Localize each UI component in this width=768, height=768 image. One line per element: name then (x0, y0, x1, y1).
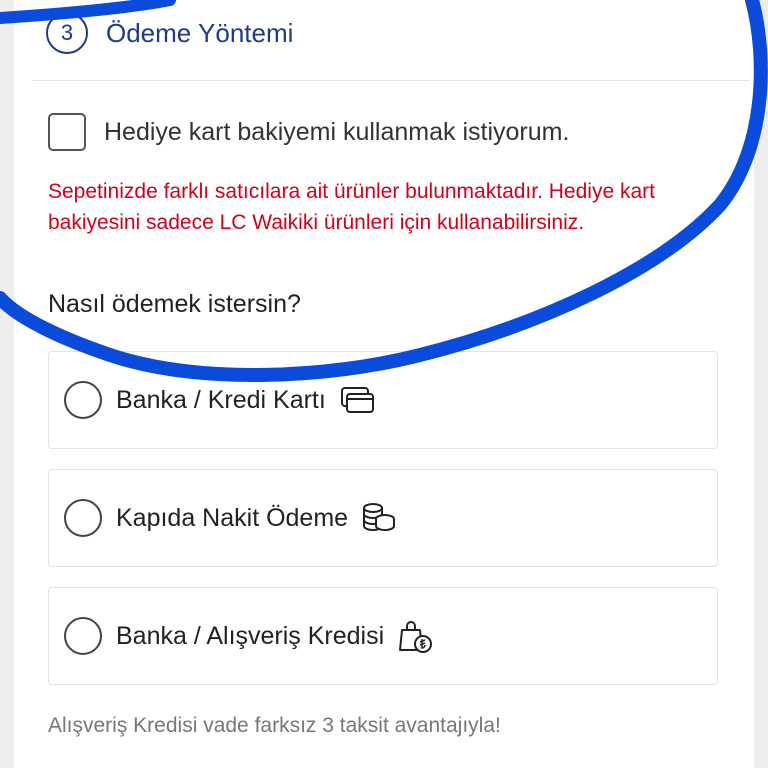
option-label: Banka / Alışveriş Kredisi (116, 621, 385, 650)
shopping-bag-lira-icon (398, 618, 434, 654)
gift-card-checkbox[interactable] (48, 113, 86, 151)
gift-card-label: Hediye kart bakiyemi kullanmak istiyorum… (104, 117, 570, 146)
option-label: Kapıda Nakit Ödeme (116, 503, 349, 532)
option-cash-on-delivery[interactable]: Kapıda Nakit Ödeme (48, 469, 718, 567)
step-number-badge: 3 (46, 12, 88, 54)
installment-note: Alışveriş Kredisi vade farksız 3 taksit … (48, 714, 501, 737)
payment-question: Nasıl ödemek istersin? (48, 290, 301, 318)
option-shopping-credit[interactable]: Banka / Alışveriş Kredisi (48, 587, 718, 685)
credit-card-icon (340, 386, 376, 414)
payment-method-header: 3 Ödeme Yöntemi (46, 10, 293, 56)
checkout-card: 3 Ödeme Yöntemi Hediye kart bakiyemi kul… (14, 0, 754, 768)
coins-stack-icon (362, 502, 396, 534)
section-divider (32, 80, 750, 81)
gift-card-warning: Sepetinizde farklı satıcılara ait ürünle… (48, 180, 655, 234)
section-title: Ödeme Yöntemi (106, 17, 294, 48)
option-label: Banka / Kredi Kartı (116, 385, 326, 414)
option-credit-card[interactable]: Banka / Kredi Kartı (48, 351, 718, 449)
gift-card-option[interactable]: Hediye kart bakiyemi kullanmak istiyorum… (48, 113, 569, 151)
shopping-credit-radio[interactable] (64, 617, 102, 655)
credit-card-radio[interactable] (64, 381, 102, 419)
cash-on-delivery-radio[interactable] (64, 499, 102, 537)
